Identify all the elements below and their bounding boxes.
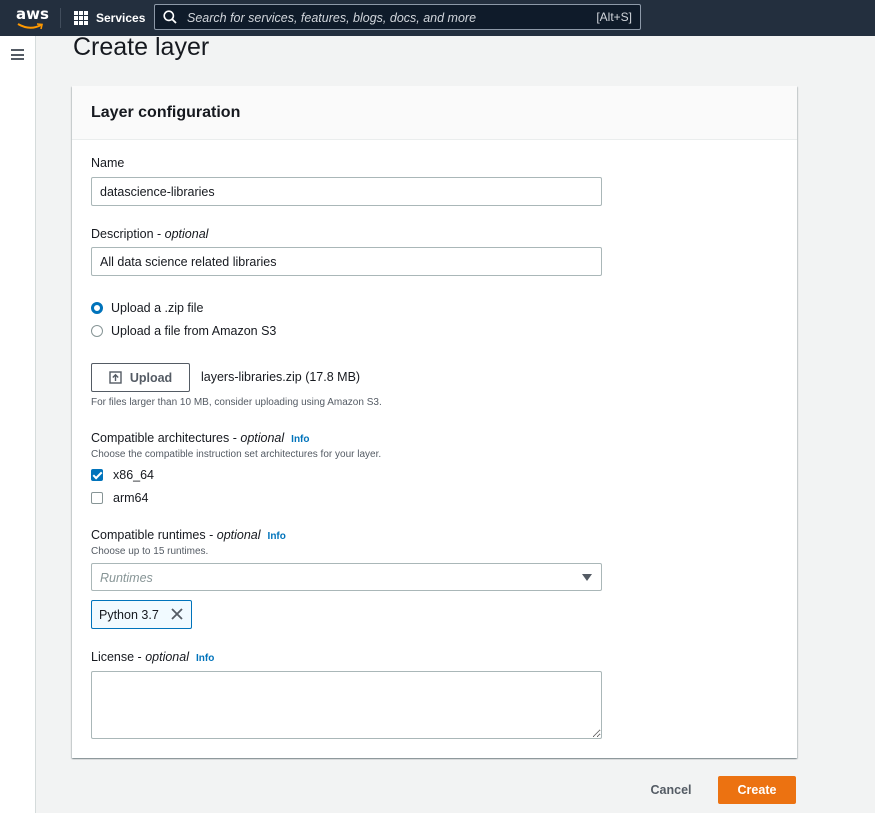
aws-smile-icon [17,23,43,30]
services-menu-button[interactable]: Services [74,8,145,28]
runtimes-optional-tag: optional [216,528,261,542]
layer-configuration-panel: Layer configuration Name Description - o… [72,86,797,758]
aws-logo-text: aws [16,5,49,23]
services-label: Services [96,11,146,25]
architectures-label: Compatible architectures - optional Info [91,431,310,445]
runtime-token-label: Python 3.7 [99,608,159,622]
runtimes-info-link[interactable]: Info [268,531,286,542]
architectures-hint: Choose the compatible instruction set ar… [91,449,382,460]
runtimes-hint: Choose up to 15 runtimes. [91,546,209,557]
side-navigation [0,36,36,813]
runtimes-label: Compatible runtimes - optional Info [91,528,286,542]
description-input[interactable] [91,247,602,276]
page-title: Create layer [73,33,210,61]
radio-upload-zip[interactable]: Upload a .zip file [91,299,203,317]
runtimes-placeholder: Runtimes [100,571,153,585]
description-optional-tag: optional [164,227,209,241]
runtimes-select[interactable]: Runtimes [91,563,602,591]
radio-upload-zip-label: Upload a .zip file [111,301,204,315]
search-shortcut-hint: [Alt+S] [596,10,632,24]
license-optional-tag: optional [145,650,189,664]
name-input[interactable] [91,177,602,206]
license-textarea[interactable] [91,671,602,739]
radio-upload-s3-label: Upload a file from Amazon S3 [111,324,277,338]
checkbox-checked-icon [91,469,103,481]
upload-icon [109,371,122,384]
architectures-info-link[interactable]: Info [291,434,309,445]
aws-logo[interactable]: aws [14,5,49,31]
radio-selected-icon [91,302,103,314]
panel-title: Layer configuration [91,104,241,121]
search-icon [163,10,177,24]
uploaded-file-name: layers-libraries.zip (17.8 MB) [201,370,361,384]
radio-upload-s3[interactable]: Upload a file from Amazon S3 [91,322,276,340]
checkbox-arm64-label: arm64 [113,491,149,505]
cancel-button[interactable]: Cancel [637,776,705,804]
upload-hint: For files larger than 10 MB, consider up… [91,397,382,408]
search-bar[interactable]: [Alt+S] [154,4,641,31]
radio-unselected-icon [91,325,103,337]
grid-icon [74,11,88,25]
nav-divider [60,8,61,28]
runtime-token: Python 3.7 [91,600,192,629]
caret-down-icon [582,574,592,581]
hamburger-icon[interactable] [11,49,24,60]
license-info-link[interactable]: Info [196,653,214,664]
checkbox-arm64[interactable]: arm64 [91,490,148,506]
checkbox-x86-64-label: x86_64 [113,468,155,482]
create-button[interactable]: Create [718,776,796,804]
checkbox-x86-64[interactable]: x86_64 [91,467,154,483]
license-label: License - optional Info [91,650,215,664]
panel-header: Layer configuration [72,86,797,140]
upload-button[interactable]: Upload [91,363,190,392]
description-label: Description - optional [91,227,209,241]
checkbox-unchecked-icon [91,492,103,504]
search-input[interactable] [185,5,579,31]
close-icon[interactable] [170,607,184,621]
top-navigation: aws Services [Alt+S] [0,0,875,36]
name-label: Name [91,156,125,170]
architectures-optional-tag: optional [240,431,285,445]
upload-button-label: Upload [129,370,173,385]
